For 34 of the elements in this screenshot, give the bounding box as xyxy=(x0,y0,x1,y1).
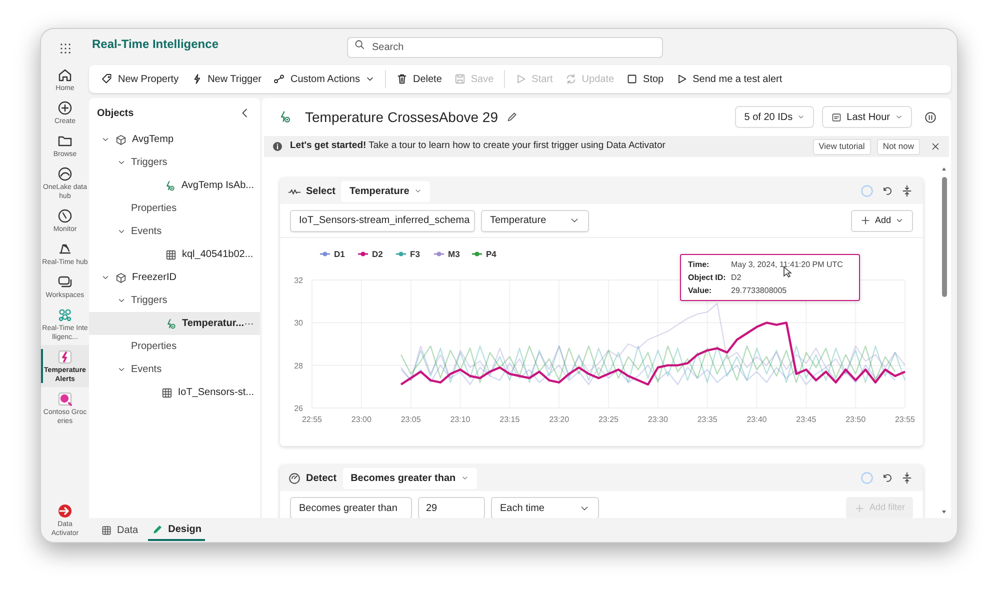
axis-label: 23:25 xyxy=(598,415,619,424)
axis-label: 23:40 xyxy=(746,415,767,424)
panel-title: Objects xyxy=(97,106,134,120)
axis-label: 23:15 xyxy=(500,415,520,424)
axis-label: 23:05 xyxy=(400,415,421,424)
step-label: Detect xyxy=(306,472,337,486)
tooltip-value: 29.7733808005 xyxy=(731,285,787,296)
axis-label: 23:20 xyxy=(549,415,570,424)
axis-label: 23:50 xyxy=(846,415,866,424)
app-title: Real-Time Intelligence xyxy=(92,36,220,53)
axis-label: 23:10 xyxy=(450,415,470,424)
axis-label: 32 xyxy=(294,276,303,285)
axis-label: 28 xyxy=(294,361,303,370)
legend-label: M3 xyxy=(448,249,460,259)
axis-label: 23:55 xyxy=(894,415,916,424)
legend-label: D1 xyxy=(334,249,345,259)
axis-label: 23:30 xyxy=(648,415,668,424)
axis-label: 22:55 xyxy=(302,415,322,424)
legend-label: F3 xyxy=(410,249,420,259)
axis-label: 26 xyxy=(294,404,303,413)
axis-label: 23:35 xyxy=(697,415,718,424)
tooltip-value: D2 xyxy=(731,272,742,283)
tooltip-value: May 3, 2024, 11:41:20 PM UTC xyxy=(731,259,843,270)
axis-label: 23:45 xyxy=(796,415,816,424)
axis-label: 23:00 xyxy=(351,415,372,424)
axis-label: 30 xyxy=(294,318,303,328)
banner-text: Let's get started! Take a tour to learn how to create your first trigger using Data Activator xyxy=(290,139,666,154)
legend-label: D2 xyxy=(372,249,383,259)
legend-label: P4 xyxy=(486,249,496,259)
tooltip-label: Object ID: xyxy=(688,272,727,283)
step-label: Select xyxy=(306,184,336,198)
tooltip-label: Value: xyxy=(688,285,713,296)
page-title: Temperature CrossesAbove 29 xyxy=(305,108,498,127)
tooltip-label: Time: xyxy=(688,259,710,270)
